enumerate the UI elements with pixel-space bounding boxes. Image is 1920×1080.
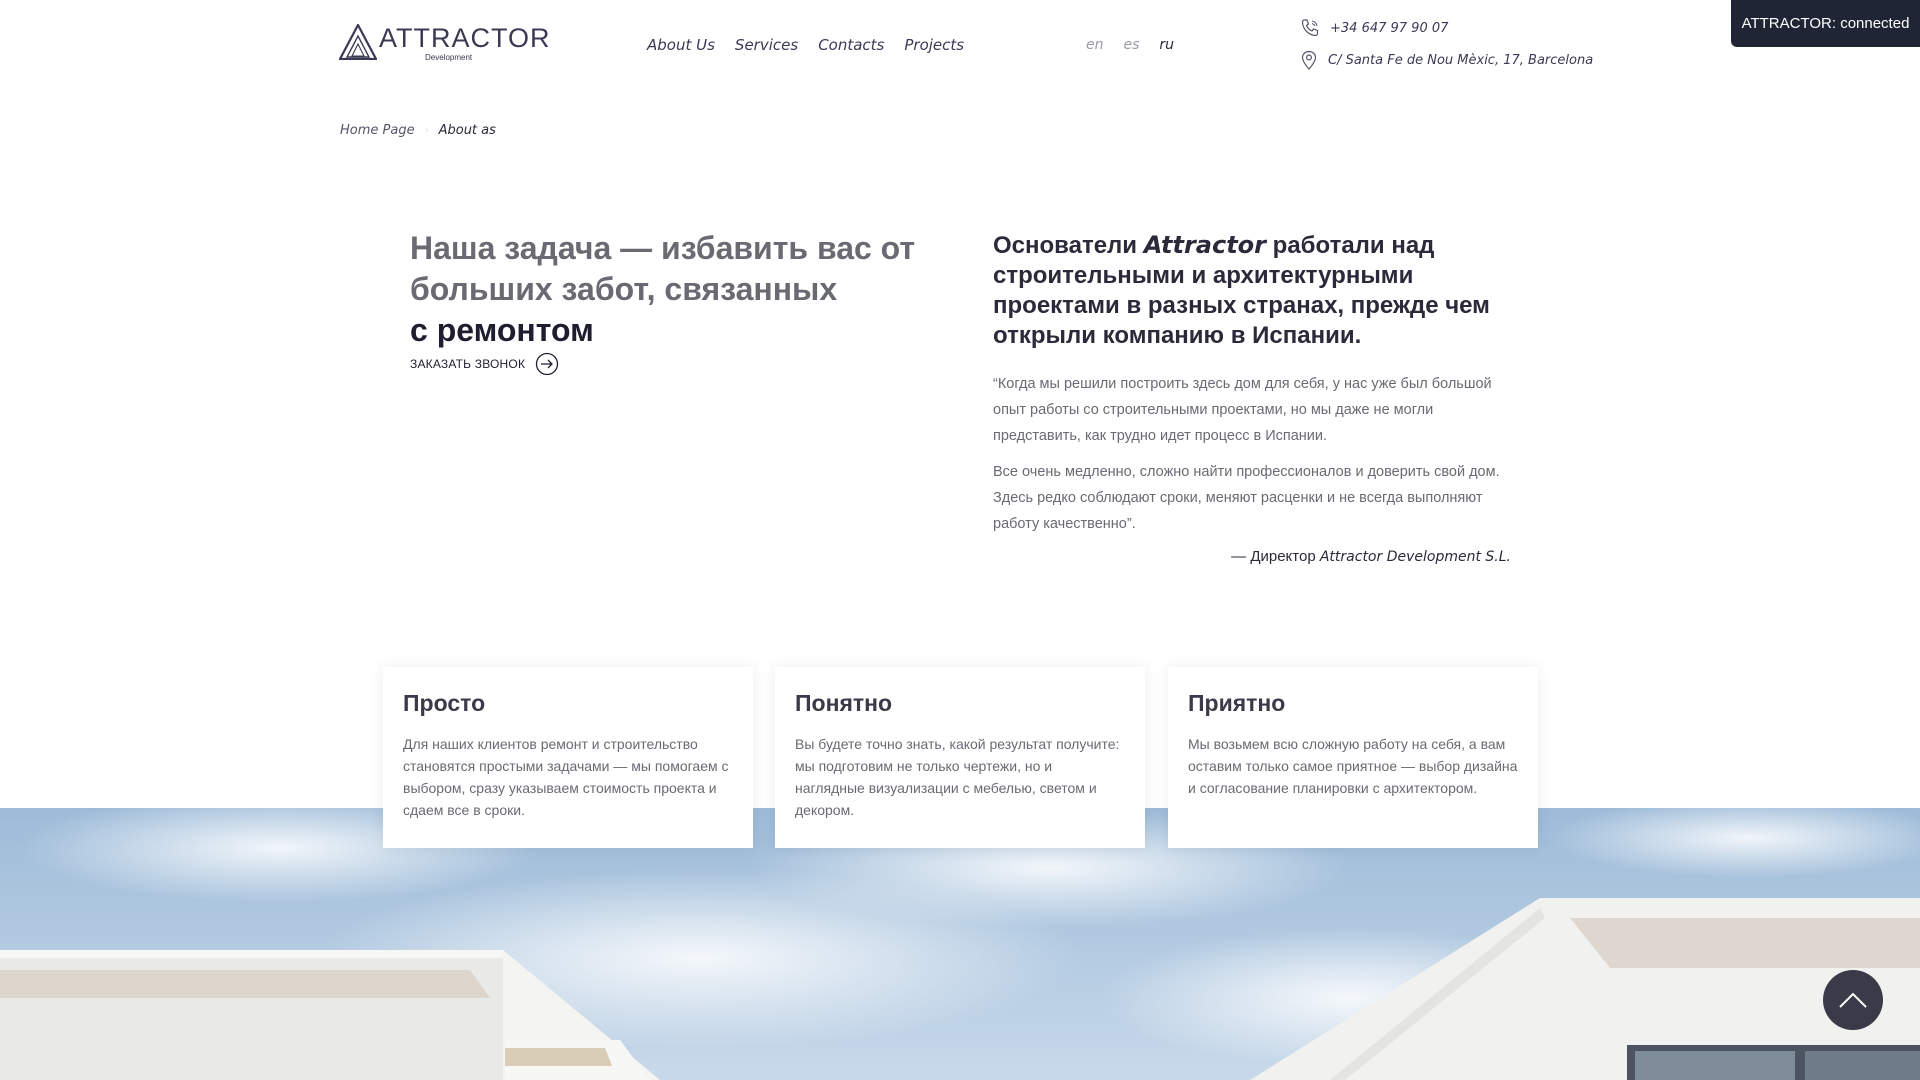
feature-card-clear: Понятно Вы будете точно знать, какой рез…: [775, 667, 1145, 848]
lang-ru[interactable]: ru: [1159, 37, 1174, 53]
signature-role: — Директор: [1231, 548, 1320, 565]
about-signature: — Директор Attractor Development S.L.: [1231, 548, 1511, 565]
order-call-label: ЗАКАЗАТЬ ЗВОНОК: [410, 357, 526, 371]
feature-card-pleasant: Приятно Мы возьмем всю сложную работу на…: [1168, 667, 1538, 848]
location-pin-icon: [1301, 50, 1317, 70]
phone-icon: [1301, 19, 1319, 37]
breadcrumb: Home Page › About as: [340, 123, 496, 138]
connection-toast: ATTRACTOR: connected: [1731, 0, 1920, 47]
logo-word: ATTRACTOR: [379, 23, 551, 53]
about-title-pre: Основатели: [993, 232, 1144, 259]
nav-contacts[interactable]: Contacts: [818, 36, 884, 54]
feature-card-text: Вы будете точно знать, какой результат п…: [795, 736, 1120, 818]
phone-number: +34 647 97 90 07: [1330, 20, 1449, 36]
order-call-button[interactable]: ЗАКАЗАТЬ ЗВОНОК: [410, 352, 559, 376]
logo-mark-icon: [339, 24, 377, 60]
feature-card-text: Мы возьмем всю сложную работу на себя, а…: [1188, 736, 1518, 796]
nav-projects[interactable]: Projects: [904, 36, 964, 54]
main-nav: About Us Services Contacts Projects: [647, 36, 964, 54]
lang-es[interactable]: es: [1124, 37, 1140, 53]
hero-title-strong: с ремонтом: [410, 312, 594, 348]
chevron-up-icon: [1839, 992, 1867, 1008]
logo-subtitle: Development: [425, 53, 473, 62]
breadcrumb-home[interactable]: Home Page: [340, 123, 415, 138]
about-title-brand: Attractor: [1143, 231, 1266, 259]
feature-card-title: Приятно: [1188, 690, 1286, 716]
nav-services[interactable]: Services: [735, 36, 798, 54]
arrow-right-circle-icon: [536, 352, 559, 376]
breadcrumb-current: About as: [438, 123, 496, 138]
about-quote-2: Все очень медленно, сложно найти професс…: [993, 464, 1500, 532]
about-quote-1: “Когда мы решили построить здесь дом для…: [993, 376, 1492, 444]
lang-en[interactable]: en: [1086, 37, 1104, 53]
address-text: C/ Santa Fe de Nou Mèxic, 17, Barcelona: [1328, 52, 1594, 68]
hero-title: Наша задача — избавить вас от больших за…: [410, 228, 930, 351]
contact-phone[interactable]: +34 647 97 90 07: [1300, 18, 1448, 38]
logo[interactable]: ATTRACTOR Development: [339, 23, 551, 62]
feature-card-title: Просто: [403, 690, 486, 716]
language-switcher: en es ru: [1086, 37, 1174, 53]
hero-title-light: Наша задача — избавить вас от больших за…: [410, 230, 916, 307]
nav-about-us[interactable]: About Us: [647, 36, 715, 54]
feature-card-simple: Просто Для наших клиентов ремонт и строи…: [383, 667, 753, 848]
signature-company: Attractor Development S.L.: [1319, 549, 1511, 565]
scroll-to-top-button[interactable]: [1823, 970, 1883, 1030]
feature-card-title: Понятно: [795, 690, 893, 716]
about-title: Основатели Attractor работали над строит…: [993, 230, 1513, 351]
chevron-right-icon: ›: [424, 125, 429, 136]
contact-address[interactable]: C/ Santa Fe de Nou Mèxic, 17, Barcelona: [1300, 50, 1593, 70]
hero-photo: [0, 808, 1920, 1080]
building-photo-illustration: [0, 808, 1920, 1080]
feature-card-text: Для наших клиентов ремонт и строительств…: [403, 736, 729, 818]
